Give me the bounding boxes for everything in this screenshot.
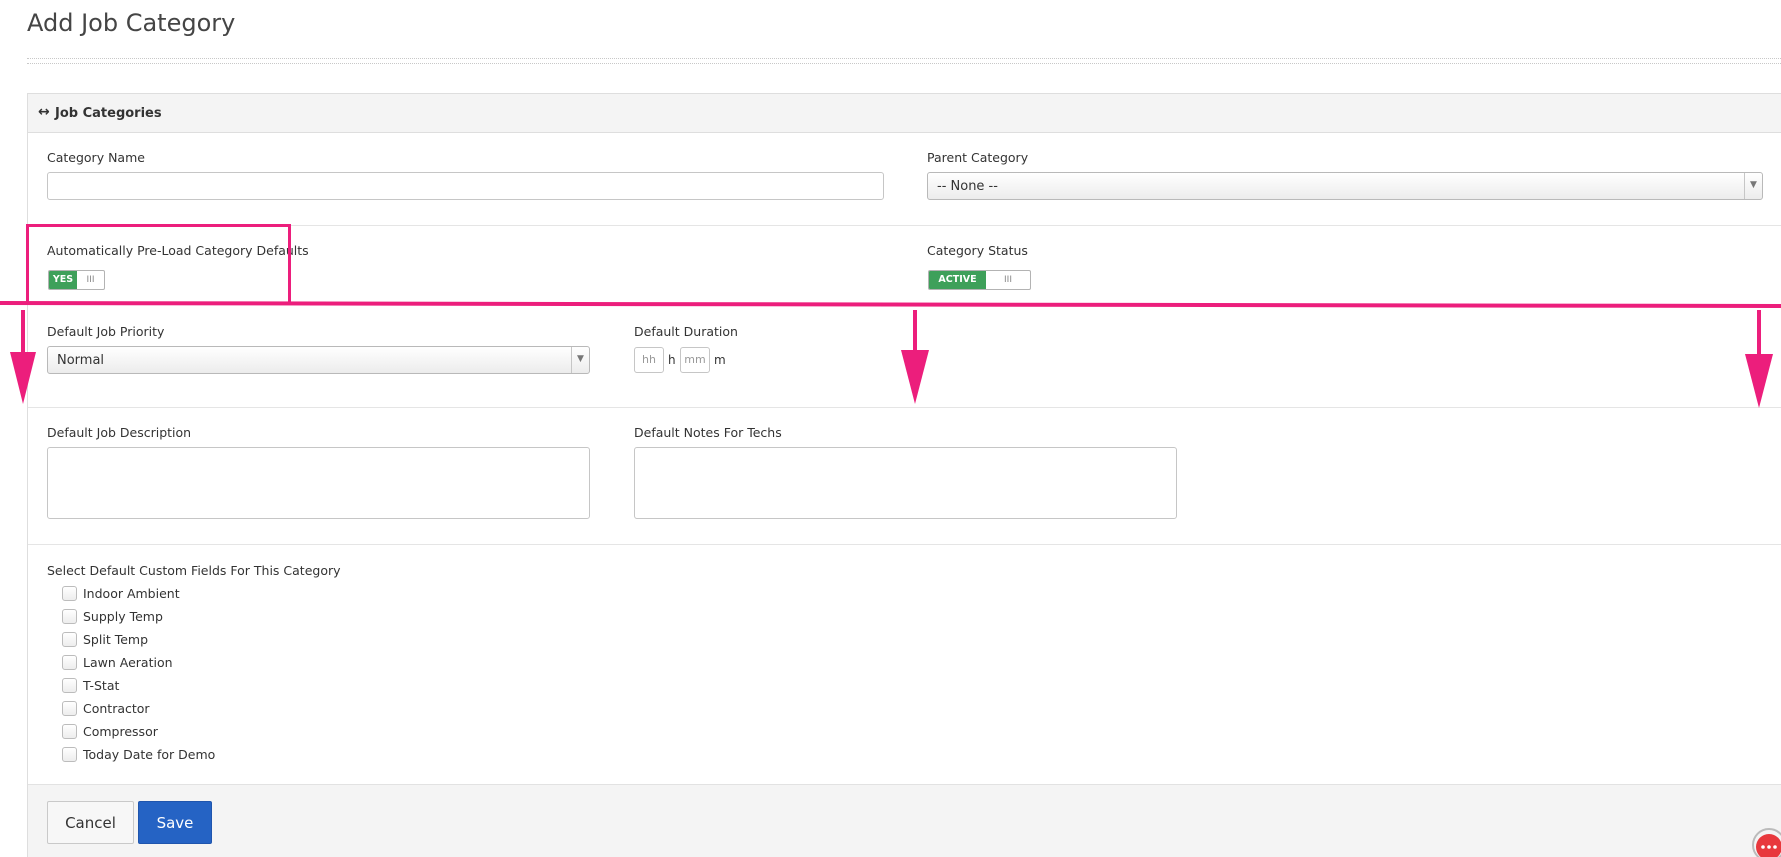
parent-category-value: -- None -- (937, 179, 998, 194)
checkbox-label: Today Date for Demo (83, 747, 216, 762)
row-divider (28, 544, 1781, 545)
category-name-label: Category Name (47, 150, 145, 165)
form-footer (28, 784, 1781, 857)
checkbox[interactable] (62, 724, 77, 739)
row-divider (28, 225, 1781, 226)
checkbox-label: Lawn Aeration (83, 655, 173, 670)
custom-fields-label: Select Default Custom Fields For This Ca… (47, 563, 341, 578)
toggle-on-label: YES (49, 271, 77, 289)
title-divider (27, 58, 1781, 64)
default-job-priority-label: Default Job Priority (47, 324, 165, 339)
checkbox[interactable] (62, 609, 77, 624)
checkbox[interactable] (62, 747, 77, 762)
checkbox-label: Split Temp (83, 632, 149, 647)
default-job-description-label: Default Job Description (47, 425, 192, 440)
checkbox-label: Supply Temp (83, 609, 163, 624)
save-button[interactable]: Save (138, 801, 212, 844)
checkbox-label: Compressor (83, 724, 158, 739)
duration-hours-unit: h (668, 353, 676, 367)
chevron-down-icon: ▼ (577, 354, 584, 364)
preload-defaults-toggle[interactable]: YES III (48, 270, 105, 290)
category-status-label: Category Status (927, 243, 1028, 258)
default-notes-textarea[interactable] (634, 447, 1177, 519)
toggle-grip-icon: III (86, 275, 95, 285)
default-notes-label: Default Notes For Techs (634, 425, 782, 440)
category-status-toggle[interactable]: ACTIVE III (928, 270, 1031, 290)
parent-category-select[interactable]: -- None -- ▼ (927, 172, 1763, 200)
page-title: Add Job Category (27, 9, 236, 37)
checkbox-label: Indoor Ambient (83, 586, 180, 601)
toggle-on-label: ACTIVE (929, 271, 986, 289)
arrows-horizontal-icon: ↔ (38, 104, 50, 120)
checkbox[interactable] (62, 701, 77, 716)
select-arrow: ▼ (1744, 173, 1762, 199)
cancel-button[interactable]: Cancel (47, 801, 134, 844)
checkbox[interactable] (62, 586, 77, 601)
row-divider (28, 407, 1781, 408)
toggle-grip-icon: III (1004, 275, 1012, 285)
default-job-priority-value: Normal (57, 353, 105, 368)
panel-header: ↔ Job Categories (28, 94, 1781, 133)
parent-category-label: Parent Category (927, 150, 1029, 165)
checkbox-label: Contractor (83, 701, 150, 716)
default-duration-label: Default Duration (634, 324, 738, 339)
checkbox[interactable] (62, 678, 77, 693)
default-job-priority-select[interactable]: Normal ▼ (47, 346, 590, 374)
default-job-description-textarea[interactable] (47, 447, 590, 519)
checkbox[interactable] (62, 632, 77, 647)
duration-minutes-input[interactable]: mm (680, 347, 710, 373)
category-name-input[interactable] (47, 172, 884, 200)
chevron-down-icon: ▼ (1750, 180, 1757, 190)
select-arrow: ▼ (571, 347, 589, 373)
duration-hours-input[interactable]: hh (634, 347, 664, 373)
checkbox[interactable] (62, 655, 77, 670)
chat-bubble-icon[interactable] (1745, 823, 1781, 857)
panel-title: Job Categories (55, 106, 162, 121)
checkbox-label: T-Stat (83, 678, 120, 693)
preload-defaults-label: Automatically Pre-Load Category Defaults (47, 243, 309, 258)
duration-minutes-unit: m (714, 353, 726, 367)
